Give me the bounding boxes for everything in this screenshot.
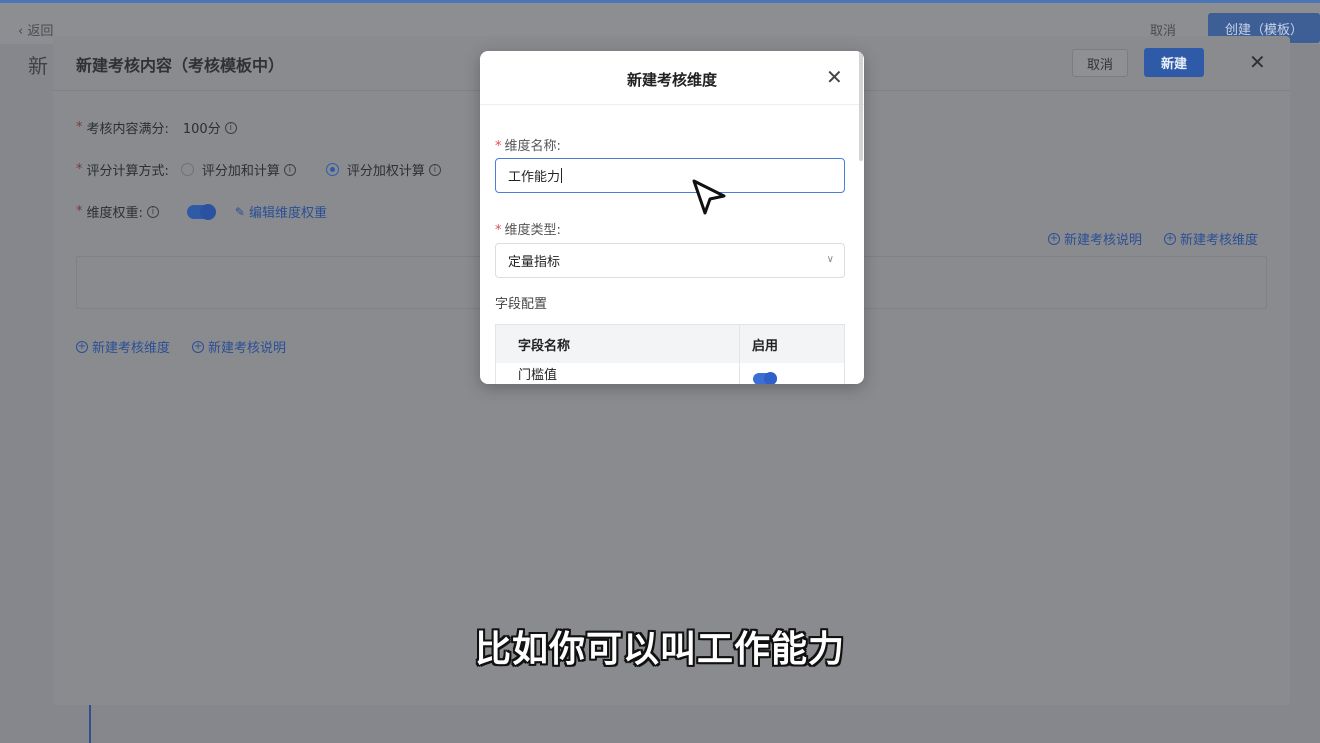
full-score-label: 考核内容满分: [86, 122, 169, 137]
enabled-toggle[interactable] [753, 372, 777, 384]
dimension-type-value: 定量指标 [508, 255, 561, 270]
modal-header: 新建考核维度 ✕ [480, 51, 864, 105]
bottom-divider [89, 705, 91, 743]
mouse-cursor-icon [692, 179, 726, 215]
drawer-new-button[interactable]: 新建 [1144, 48, 1204, 77]
table-header-enabled: 启用 [740, 325, 844, 363]
plus-circle-icon: + [1048, 232, 1060, 245]
column-divider [739, 325, 740, 384]
back-label: 返回 [27, 24, 54, 39]
drawer-title: 新建考核内容（考核模板中） [76, 56, 285, 75]
new-dimension-modal: 新建考核维度 ✕ * 维度名称: 工作能力 * 维度类型: 定量指标 ∨ 字段配置 … [480, 51, 864, 384]
type-label: * 维度类型: [495, 223, 561, 238]
calc-method-label: 评分计算方式: [86, 164, 169, 179]
info-icon: i [428, 163, 441, 176]
name-label-text: 维度名称: [504, 139, 561, 154]
link-label: 新建考核说明 [1064, 233, 1143, 248]
dimension-weight-label: 维度权重: [86, 206, 143, 221]
right-links: + 新建考核说明 + 新建考核维度 [1048, 229, 1258, 248]
edit-weight-label: 编辑维度权重 [248, 206, 327, 221]
info-icon: i [224, 121, 237, 134]
info-icon: i [146, 205, 159, 218]
link-label: 新建考核说明 [208, 341, 287, 356]
dimension-name-value: 工作能力 [508, 170, 561, 185]
full-score-row: * 考核内容满分: 100分 i [76, 118, 237, 137]
full-score-value: 100分 [182, 122, 221, 137]
dimension-name-input[interactable]: 工作能力 [495, 158, 845, 193]
table-cell-field-name: 门槛值 [518, 368, 558, 383]
bottom-links: + 新建考核维度 + 新建考核说明 [76, 337, 286, 356]
close-icon[interactable]: ✕ [826, 65, 843, 89]
calc-option-weighted: 评分加权计算 [346, 164, 425, 179]
dimension-type-select[interactable]: 定量指标 ∨ [495, 243, 845, 278]
new-dimension-link-bottom[interactable]: + 新建考核维度 [76, 337, 170, 356]
link-label: 新建考核维度 [92, 341, 171, 356]
plus-circle-icon: + [1164, 232, 1177, 245]
page-title-fragment: 新 [28, 54, 48, 78]
text-caret [561, 168, 563, 183]
back-link[interactable]: ‹ 返回 [18, 20, 53, 39]
drawer-cancel-button[interactable]: 取消 [1072, 49, 1128, 77]
modal-scrollbar[interactable] [859, 51, 863, 161]
type-label-text: 维度类型: [504, 223, 561, 238]
dimension-weight-toggle[interactable] [186, 203, 216, 220]
plus-circle-icon: + [76, 340, 88, 353]
link-label: 新建考核维度 [1180, 233, 1259, 248]
table-header-field-name: 字段名称 [496, 325, 739, 363]
video-subtitle: 比如你可以叫工作能力 [474, 629, 845, 670]
new-dimension-link[interactable]: + 新建考核维度 [1164, 229, 1258, 248]
modal-title: 新建考核维度 [626, 71, 717, 89]
close-icon[interactable]: ✕ [1249, 50, 1266, 74]
info-icon: i [283, 163, 296, 176]
plus-circle-icon: + [192, 340, 205, 353]
new-description-link-bottom[interactable]: + 新建考核说明 [192, 337, 286, 356]
radio-weighted[interactable] [325, 163, 339, 176]
calc-option-sum: 评分加和计算 [201, 164, 280, 179]
field-config-label: 字段配置 [495, 297, 548, 312]
chevron-down-icon: ∨ [826, 254, 834, 265]
name-label: * 维度名称: [495, 139, 561, 154]
radio-sum[interactable] [180, 163, 194, 176]
dimension-weight-row: * 维度权重: i ✎ 编辑维度权重 [76, 202, 327, 222]
chevron-left-icon: ‹ [18, 24, 28, 39]
edit-weight-link[interactable]: ✎ 编辑维度权重 [234, 202, 327, 222]
calc-method-row: * 评分计算方式: 评分加和计算 i 评分加权计算 i [76, 160, 441, 179]
new-description-link[interactable]: + 新建考核说明 [1048, 229, 1142, 248]
edit-icon: ✎ [234, 204, 245, 219]
field-config-table: 字段名称 启用 门槛值 [495, 324, 845, 384]
